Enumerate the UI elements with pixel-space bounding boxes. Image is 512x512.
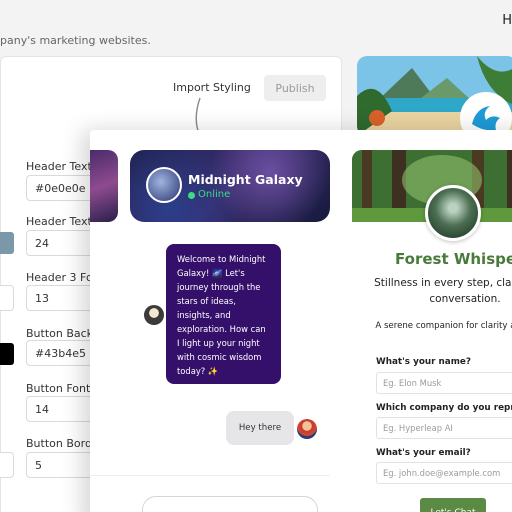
user-avatar (297, 419, 317, 439)
galaxy-avatar (146, 167, 182, 203)
email-input[interactable]: Eg. john.doe@example.com (376, 462, 512, 484)
name-input[interactable]: Eg. Elon Musk (376, 372, 512, 394)
company-input[interactable]: Eg. Hyperleap AI (376, 417, 512, 439)
forest-avatar (425, 185, 481, 241)
forest-tagline: Stillness in every step, clarit every co… (374, 277, 512, 305)
import-styling-label[interactable]: Import Styling (173, 81, 251, 94)
color-swatch[interactable] (0, 232, 14, 254)
chat-message-input[interactable] (142, 496, 318, 512)
divider (90, 475, 330, 476)
online-status-icon (188, 192, 195, 199)
galaxy-preview-strip (90, 150, 118, 222)
button-border-label: Button Borde (26, 437, 99, 450)
button-background-label: Button Backg (26, 327, 101, 340)
chatbot-preview-window: Midnight Galaxy Online Welcome to Midnig… (90, 130, 512, 512)
company-label: Which company do you represent (376, 403, 512, 413)
bot-message-bubble: Welcome to Midnight Galaxy! 🌌 Let's jour… (166, 244, 281, 384)
color-swatch[interactable] (0, 343, 14, 365)
header3-font-label: Header 3 Fon (26, 271, 100, 284)
publish-button[interactable]: Publish (264, 75, 326, 101)
galaxy-title: Midnight Galaxy (188, 172, 303, 187)
forest-description: A serene companion for clarity a support… (375, 321, 512, 331)
online-status-text: Online (198, 189, 231, 200)
name-label: What's your name? (376, 357, 471, 367)
page-description: pany's marketing websites. (0, 34, 151, 47)
galaxy-chat-header: Midnight Galaxy Online (130, 150, 330, 222)
lets-chat-button[interactable]: Let's Chat (420, 498, 486, 512)
bot-avatar (144, 305, 164, 325)
corner-text: H (502, 13, 512, 28)
user-message-bubble: Hey there (226, 411, 294, 445)
empty-input-stub[interactable] (0, 452, 14, 478)
empty-input-stub[interactable] (0, 285, 14, 311)
forest-title: Forest Whispers (395, 250, 512, 268)
email-label: What's your email? (376, 448, 471, 458)
